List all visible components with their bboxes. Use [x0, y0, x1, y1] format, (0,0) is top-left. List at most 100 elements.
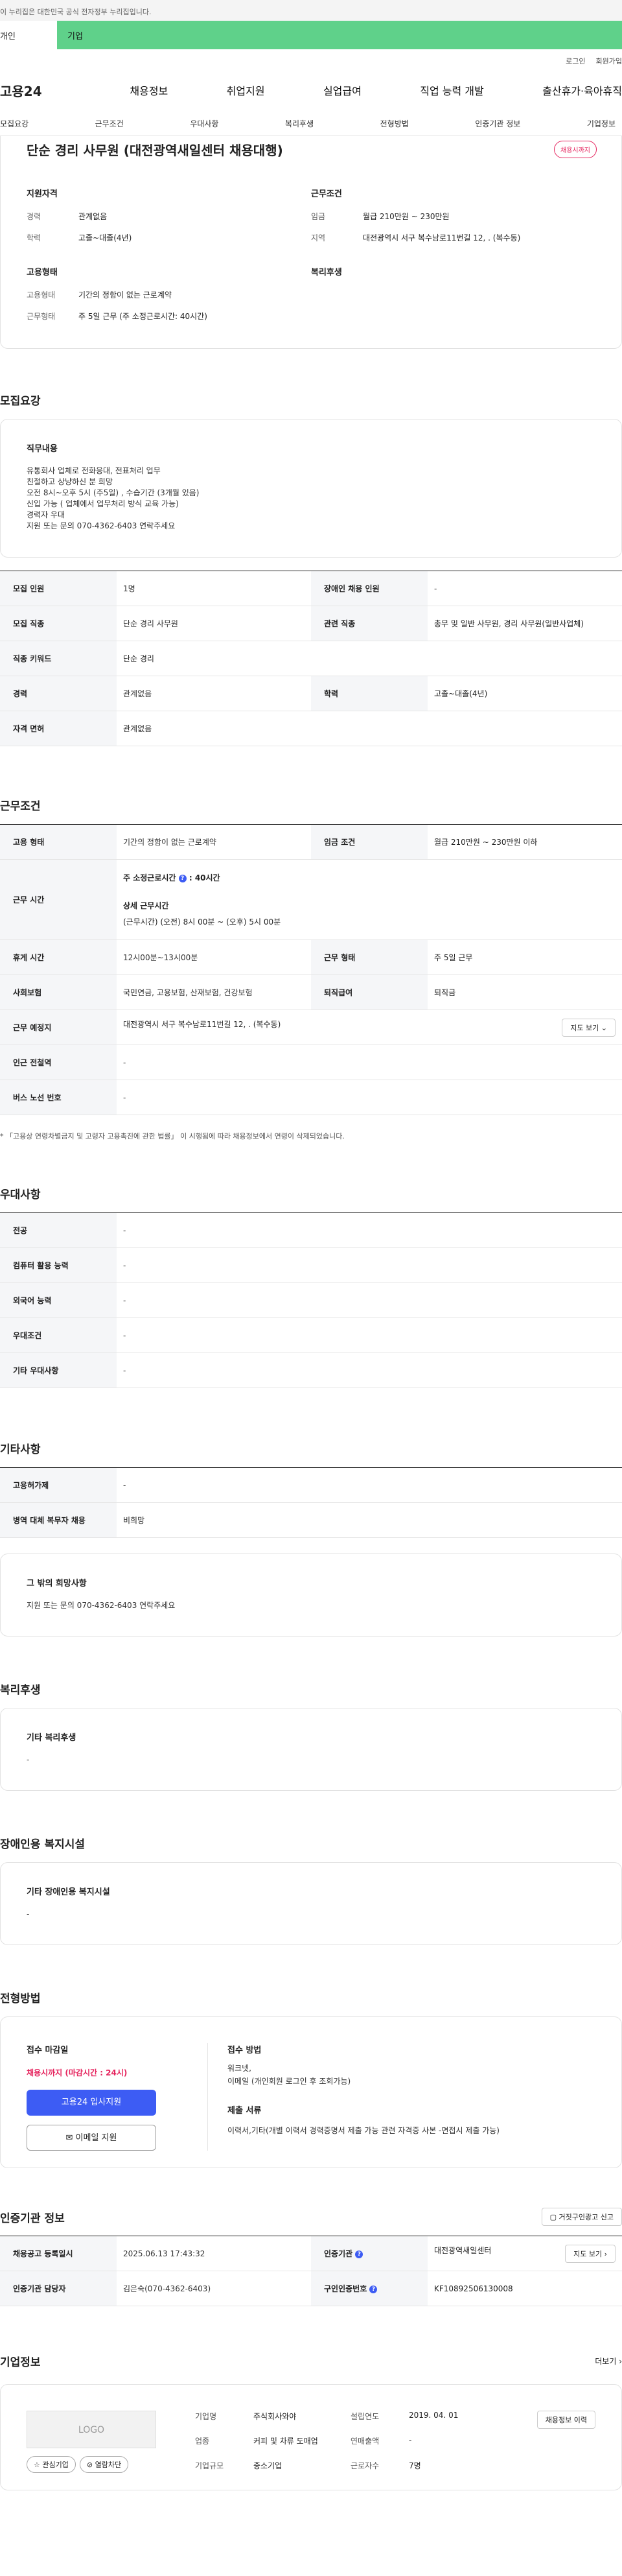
- global-nav: 고용24 채용정보 취업지원 실업급여 직업 능력 개발 출산휴가·육아휴직: [0, 69, 622, 112]
- info-label: 기업명: [195, 2412, 217, 2421]
- section-title-agency: 인증기관 정보: [0, 2212, 65, 2225]
- qual-label: 학력: [27, 233, 41, 242]
- gov-banner-text: 이 누리집은 대한민국 공식 전자정부 누리집입니다.: [0, 8, 152, 16]
- cell-value: -: [117, 1467, 622, 1503]
- cell-value: 관계없음: [117, 676, 311, 711]
- cell-value: -: [117, 1353, 622, 1388]
- cell-value: -: [117, 1080, 622, 1115]
- cond-label: 지역: [311, 233, 326, 242]
- cell-label: 모집 직종: [0, 606, 117, 641]
- tab-recruit[interactable]: 모집요강: [0, 118, 29, 129]
- cell-label: 컴퓨터 활용 능력: [0, 1247, 117, 1283]
- cell-label: 경력: [0, 676, 117, 711]
- tab-agency[interactable]: 인증기관 정보: [475, 118, 520, 129]
- other-hope-text: 지원 또는 문의 070-4362-6403 연락주세요: [27, 1601, 176, 1610]
- help-icon[interactable]: ?: [369, 2285, 378, 2293]
- qual-label: 경력: [27, 212, 41, 221]
- report-button[interactable]: ▢ 거짓구인광고 신고: [541, 2208, 622, 2226]
- block-icon: ⊘: [86, 2461, 93, 2469]
- favorite-company-button[interactable]: ☆ 관심기업: [27, 2456, 76, 2473]
- table-row: 인근 전철역 -: [0, 1045, 622, 1080]
- cell-value: -: [117, 1282, 622, 1318]
- report-label: 거짓구인광고 신고: [559, 2213, 614, 2221]
- table-row: 버스 노선 번호 -: [0, 1080, 622, 1115]
- company-info-grid: 기업명 주식회사와야 설립연도 2019. 04. 01 업종 커피 및 차류 도매업 연…: [195, 2411, 506, 2473]
- disability-text: -: [27, 1909, 30, 1919]
- table-row: 병역 대체 복무자 채용 비희망: [0, 1502, 622, 1538]
- tab-pref[interactable]: 우대사항: [190, 118, 218, 129]
- tab-welfare[interactable]: 복리후생: [285, 118, 314, 129]
- cert-label: 구인인증번호: [324, 2284, 367, 2293]
- help-icon[interactable]: ?: [355, 2250, 363, 2258]
- tab-company[interactable]: 기업정보: [587, 118, 616, 129]
- deadline-text: 채용시까지 (마감시간 : 24시): [27, 2068, 128, 2077]
- agency-map-button[interactable]: 지도 보기 ›: [565, 2244, 616, 2263]
- agency-label: 인증기관: [324, 2249, 353, 2258]
- section-title-company: 기업정보: [0, 2356, 41, 2369]
- info-label: 업종: [195, 2437, 210, 2446]
- cell-label: 모집 인원: [0, 571, 117, 606]
- company-more-link[interactable]: 더보기 ›: [595, 2356, 622, 2367]
- job-desc-heading: 직무내용: [27, 444, 58, 454]
- table-row: 모집 직종 단순 경리 사무원 관련 직종 총무 및 일반 사무원, 경리 사무원(일…: [0, 606, 622, 641]
- deadline-heading: 접수 마감일: [27, 2046, 69, 2055]
- table-row: 전공 -: [0, 1212, 622, 1248]
- hours-main-label: 주 소정근로시간: [123, 873, 176, 882]
- qual-heading: 지원자격: [27, 189, 58, 199]
- cell-value: -: [117, 1212, 622, 1248]
- apply-button[interactable]: 고용24 입사지원: [27, 2090, 156, 2116]
- address-text: 대전광역시 서구 복수남로11번길 12, . (복수동): [123, 1019, 281, 1029]
- tab-work[interactable]: 근무조건: [95, 118, 124, 129]
- info-value: 중소기업: [253, 2461, 282, 2470]
- gnb-item-support[interactable]: 취업지원: [227, 82, 265, 98]
- docs-heading: 제출 서류: [227, 2106, 262, 2116]
- tab-personal[interactable]: 개인: [0, 21, 57, 49]
- hours-cell: 주 소정근로시간 ? : 40시간 상세 근무시간 (근무시간) (오전) 8시…: [117, 859, 622, 940]
- cell-value: 월급 210만원 ~ 230만원 이하: [428, 824, 622, 860]
- emp-value: 기간의 정함이 없는 근로계약: [78, 290, 172, 300]
- table-row: 자격 면허 관계없음: [0, 711, 622, 746]
- gnb-item-benefit[interactable]: 실업급여: [323, 82, 362, 98]
- cell-label: 관련 직종: [311, 606, 428, 641]
- tab-process[interactable]: 전형방법: [380, 118, 409, 129]
- table-row: 근무 예정지 대전광역시 서구 복수남로11번길 12, . (복수동) 지도 보기…: [0, 1010, 622, 1045]
- cell-label: 버스 노선 번호: [0, 1080, 117, 1115]
- cell-value: -: [428, 571, 622, 606]
- method-heading: 접수 방법: [227, 2046, 262, 2055]
- section-title-recruit: 모집요강: [0, 395, 41, 408]
- cell-label: 병역 대체 복무자 채용: [0, 1502, 117, 1538]
- table-row: 고용허가제 -: [0, 1467, 622, 1503]
- section-title-pref: 우대사항: [0, 1188, 41, 1201]
- favorite-label: 관심기업: [42, 2461, 69, 2469]
- table-row: 우대조건 -: [0, 1318, 622, 1353]
- site-logo[interactable]: 고용24: [0, 81, 71, 100]
- gnb-item-leave[interactable]: 출산휴가·육아휴직: [542, 82, 622, 98]
- section-tabs: 모집요강 근무조건 우대사항 복리후생 전형방법 인증기관 정보 기업정보: [0, 112, 622, 136]
- table-row: 경력 관계없음 학력 고졸~대졸(4년): [0, 676, 622, 711]
- cell-label: 우대조건: [0, 1318, 117, 1353]
- cond-heading: 근무조건: [311, 189, 342, 199]
- cell-value: 1명: [117, 571, 311, 606]
- util-menu: 로그인 회원가입: [0, 49, 622, 69]
- tab-company[interactable]: 기업: [57, 21, 622, 49]
- age-notice: * 「고용상 연령차별금지 및 고령자 고용촉진에 관한 법률」 이 시행됨에 …: [0, 1132, 345, 1140]
- section-title-process: 전형방법: [0, 1992, 41, 2005]
- user-type-bar: 개인 기업: [0, 21, 622, 49]
- map-button-label: 지도 보기: [570, 1023, 599, 1032]
- cell-label: 기타 우대사항: [0, 1353, 117, 1388]
- table-row: 사회보험 국민연금, 고용보험, 산재보험, 건강보험 퇴직급여 퇴직금: [0, 975, 622, 1010]
- cell-value: 주 5일 근무: [428, 939, 622, 975]
- table-row: 기타 우대사항 -: [0, 1353, 622, 1388]
- block-button[interactable]: ⊘ 열람차단: [79, 2456, 129, 2473]
- gnb-item-jobs[interactable]: 채용정보: [130, 82, 168, 98]
- help-icon[interactable]: ?: [178, 874, 187, 882]
- job-history-button[interactable]: 채용정보 이력: [536, 2411, 595, 2429]
- login-link[interactable]: 로그인: [566, 57, 585, 65]
- email-apply-button[interactable]: ✉ 이메일 지원: [27, 2125, 156, 2151]
- map-button[interactable]: 지도 보기 ⌄: [562, 1018, 616, 1037]
- section-title-work: 근무조건: [0, 800, 41, 813]
- cell-value: 2025.06.13 17:43:32: [117, 2236, 311, 2271]
- report-icon: ▢: [549, 2213, 557, 2221]
- gnb-item-training[interactable]: 직업 능력 개발: [420, 82, 484, 98]
- join-link[interactable]: 회원가입: [596, 57, 622, 65]
